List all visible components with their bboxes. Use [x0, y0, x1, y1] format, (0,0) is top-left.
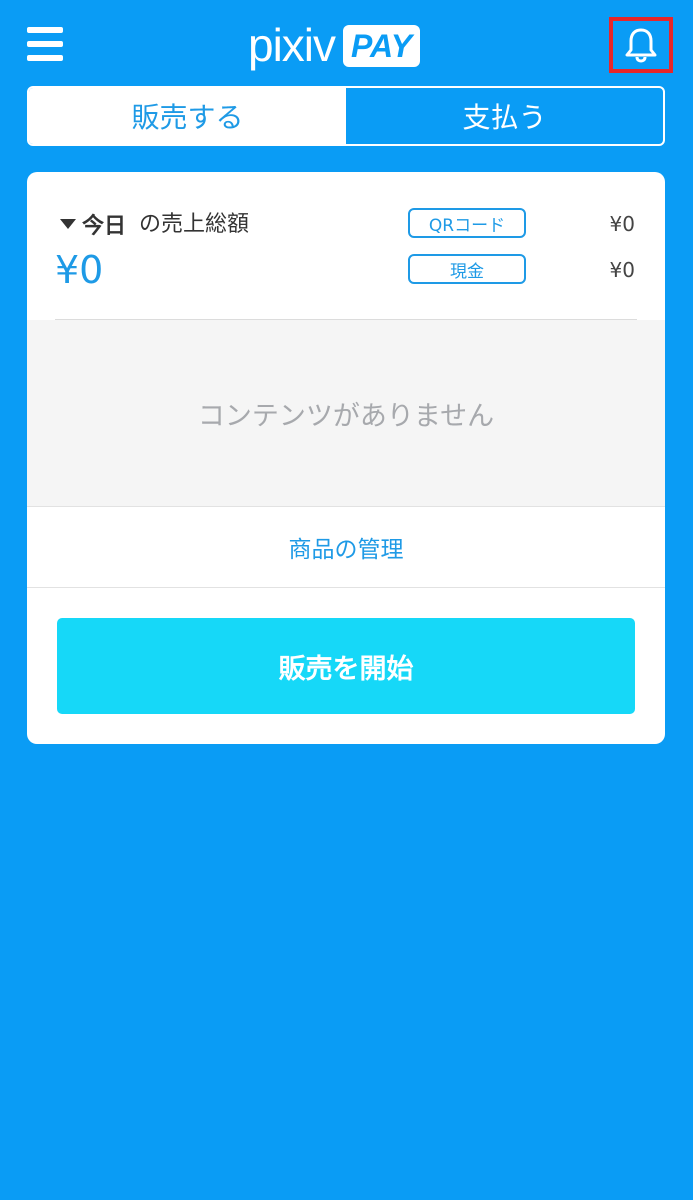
qr-code-badge: QRコード: [408, 208, 526, 238]
hamburger-menu-icon-bar: [27, 41, 63, 47]
hamburger-menu-icon: [27, 27, 63, 33]
pixiv-pay-logo: pixiv PAY: [248, 19, 421, 71]
tab-pay[interactable]: 支払う: [346, 88, 663, 144]
mode-tabs: 販売する 支払う: [27, 86, 665, 146]
cash-amount: ¥0: [609, 258, 635, 282]
total-sales-label: の売上総額: [139, 212, 250, 237]
empty-content-message: コンテンツがありません: [27, 320, 665, 506]
logo-badge: PAY: [343, 25, 421, 67]
start-selling-button[interactable]: 販売を開始: [57, 618, 635, 714]
qr-code-amount: ¥0: [609, 212, 635, 236]
cash-badge: 現金: [408, 254, 526, 284]
period-selector[interactable]: 今日: [60, 208, 126, 240]
tab-sell[interactable]: 販売する: [29, 88, 346, 144]
logo-text: pixiv: [248, 19, 336, 71]
manage-products-link[interactable]: 商品の管理: [27, 506, 665, 588]
sales-summary: 今日 の売上総額 ¥0 QRコード ¥0 現金 ¥0: [27, 172, 665, 320]
period-label: 今日: [82, 214, 127, 239]
sales-card: 今日 の売上総額 ¥0 QRコード ¥0 現金 ¥0 コンテンツがありません 商…: [27, 172, 665, 744]
app-header: pixiv PAY: [0, 0, 693, 86]
bell-icon: [625, 28, 657, 63]
total-sales-amount: ¥0: [55, 248, 104, 292]
menu-button[interactable]: [27, 27, 65, 61]
notification-button[interactable]: [609, 17, 673, 73]
hamburger-menu-icon-bar: [27, 55, 63, 61]
caret-down-icon: [60, 219, 76, 229]
